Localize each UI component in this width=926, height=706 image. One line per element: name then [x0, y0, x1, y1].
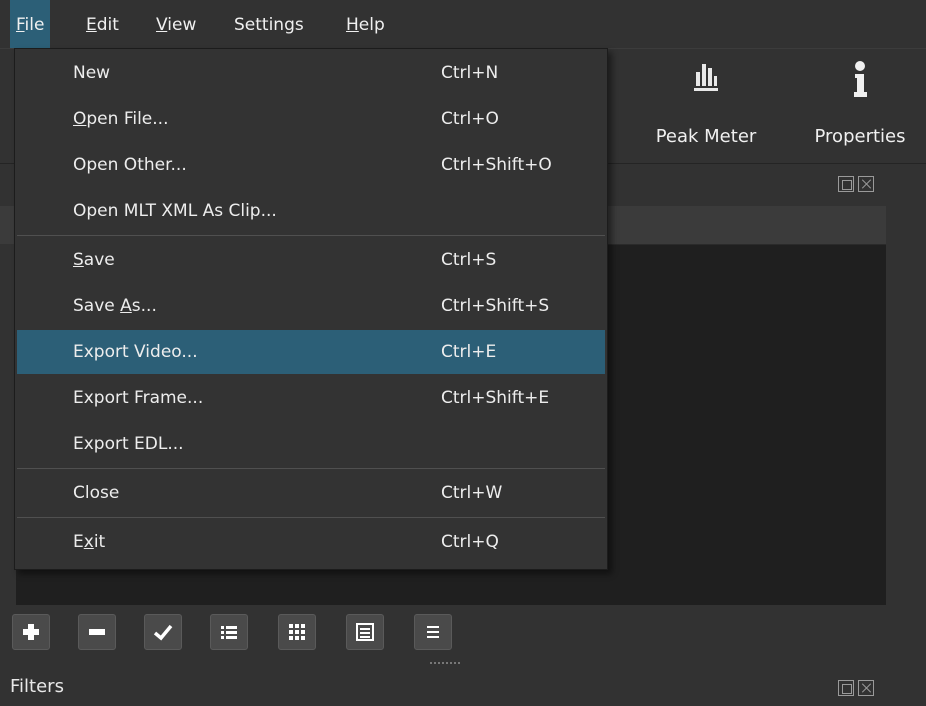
plus-icon	[23, 624, 39, 640]
tile-view-icon	[356, 623, 374, 641]
menu-file[interactable]: File	[10, 0, 51, 48]
shortcut: Ctrl+Q	[441, 532, 499, 552]
menu-separator	[17, 235, 605, 236]
shortcut: Ctrl+S	[441, 250, 497, 270]
menu-edit[interactable]: Edit	[80, 0, 125, 48]
menu-item-export-edl[interactable]: Export EDL...	[17, 422, 605, 466]
properties-label: Properties	[814, 126, 906, 147]
peak-meter-icon	[692, 60, 720, 98]
menu-item-close[interactable]: Close Ctrl+W	[17, 471, 605, 515]
peak-meter-button[interactable]: Peak Meter	[636, 60, 776, 160]
remove-button[interactable]	[78, 614, 116, 650]
menu-help[interactable]: Help	[340, 0, 391, 48]
menu-settings[interactable]: Settings	[228, 0, 310, 48]
shortcut: Ctrl+N	[441, 63, 499, 83]
icons-view-button[interactable]	[278, 614, 316, 650]
properties-button[interactable]: Properties	[790, 60, 926, 160]
check-icon	[153, 624, 173, 641]
close-icon[interactable]	[858, 176, 874, 192]
update-button[interactable]	[144, 614, 182, 650]
info-icon	[850, 60, 870, 104]
menu-item-export-frame[interactable]: Export Frame... Ctrl+Shift+E	[17, 376, 605, 420]
shortcut: Ctrl+W	[441, 483, 503, 503]
menu-item-open-mlt-xml[interactable]: Open MLT XML As Clip...	[17, 189, 605, 233]
shortcut: Ctrl+Shift+S	[441, 296, 550, 316]
icon-view-icon	[289, 624, 305, 640]
menu-icon	[427, 626, 439, 638]
tiles-view-button[interactable]	[346, 614, 384, 650]
menu-view[interactable]: View	[150, 0, 202, 48]
shortcut: Ctrl+Shift+E	[441, 388, 550, 408]
menu-item-new[interactable]: New Ctrl+N	[17, 51, 605, 95]
peak-meter-label: Peak Meter	[655, 126, 757, 147]
menu-item-open-file[interactable]: Open File... Ctrl+O	[17, 97, 605, 141]
add-button[interactable]	[12, 614, 50, 650]
filters-float-icon[interactable]	[838, 680, 854, 696]
menu-separator	[17, 468, 605, 469]
details-view-button[interactable]	[210, 614, 248, 650]
minus-icon	[89, 629, 105, 635]
filters-close-icon[interactable]	[858, 680, 874, 696]
shortcut: Ctrl+O	[441, 109, 499, 129]
menu-item-open-other[interactable]: Open Other... Ctrl+Shift+O	[17, 143, 605, 187]
menu-item-save-as[interactable]: Save As... Ctrl+Shift+S	[17, 284, 605, 328]
menu-item-exit[interactable]: Exit Ctrl+Q	[17, 520, 605, 564]
shortcut: Ctrl+Shift+O	[441, 155, 552, 175]
resize-grip[interactable]	[430, 662, 460, 668]
menu-separator	[17, 517, 605, 518]
menu-item-save[interactable]: Save Ctrl+S	[17, 238, 605, 282]
filters-panel-title: Filters	[10, 676, 64, 697]
menu-item-export-video[interactable]: Export Video... Ctrl+E	[17, 330, 605, 374]
file-menu-dropdown: New Ctrl+N Open File... Ctrl+O Open Othe…	[14, 48, 608, 570]
menu-bar: File Edit View Settings Help	[0, 0, 926, 49]
float-icon[interactable]	[838, 176, 854, 192]
playlist-menu-button[interactable]	[414, 614, 452, 650]
shortcut: Ctrl+E	[441, 342, 497, 362]
list-view-icon	[221, 626, 237, 639]
